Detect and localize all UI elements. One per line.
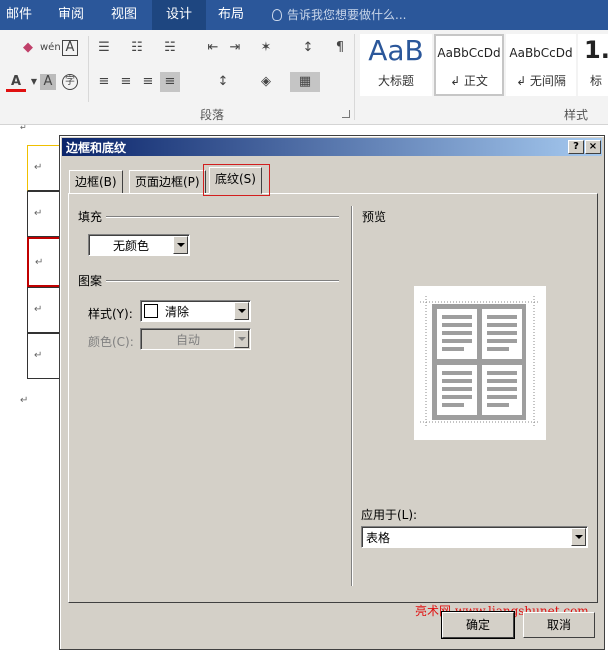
style-title[interactable]: AaB 大标题: [360, 34, 432, 96]
ribbon-home: ◆ wén A A ▼ A 字 ☰ ☷ ☵ ⇤ ⇥ ✶ ↕ ¶ ≡ ≡ ≡ ≡ …: [0, 30, 608, 125]
paragraph-mark: ↵: [34, 208, 43, 219]
ribbon-separator: [88, 36, 89, 102]
chevron-down-icon: [238, 337, 246, 341]
numbering-icon[interactable]: ☷: [127, 38, 147, 58]
apply-to-select[interactable]: 表格: [361, 526, 588, 548]
apply-to-dropdown-button[interactable]: [571, 528, 586, 546]
paragraph-group-label: 段落: [200, 108, 225, 122]
tab-highlight-box: [203, 164, 270, 196]
apply-to-label: 应用于(L):: [361, 508, 418, 522]
preview-image: [414, 286, 546, 440]
text-effects-icon[interactable]: ✶: [256, 38, 276, 58]
pattern-swatch: [144, 304, 158, 318]
style-preview: AaBbCcDd: [509, 46, 573, 60]
pattern-divider: [79, 280, 339, 282]
borders-icon[interactable]: ▦: [290, 72, 320, 92]
pattern-style-value: 清除: [165, 305, 190, 319]
eraser-icon[interactable]: ◆: [18, 38, 38, 58]
decrease-indent-icon[interactable]: ⇤: [203, 38, 223, 58]
style-heading[interactable]: 1. 标: [578, 34, 608, 96]
fill-divider: [79, 216, 339, 218]
style-name: ↲ 正文: [450, 74, 488, 88]
sort-icon[interactable]: ↕: [298, 38, 318, 58]
style-preview: AaB: [368, 34, 424, 67]
paragraph-mark: ↵: [20, 395, 29, 406]
cancel-button[interactable]: 取消: [523, 612, 595, 638]
table-preview-graphic: [420, 296, 540, 428]
pattern-color-label: 颜色(C):: [88, 335, 134, 349]
style-name: ↲ 无间隔: [516, 74, 566, 88]
font-color-icon[interactable]: A: [6, 72, 26, 92]
multilevel-list-icon[interactable]: ☵: [160, 38, 180, 58]
paragraph-mark: ↵: [20, 123, 27, 132]
pattern-color-dropdown-button: [234, 330, 249, 348]
paragraph-mark: ↵: [34, 162, 43, 173]
close-button[interactable]: ×: [585, 140, 601, 154]
pattern-style-label: 样式(Y):: [88, 307, 133, 321]
tell-me-text: 告诉我您想要做什么...: [287, 8, 407, 22]
paragraph-mark: ↵: [35, 257, 44, 268]
ribbon-menubar: 邮件 审阅 视图 设计 布局 告诉我您想要做什么...: [0, 0, 608, 30]
increase-indent-icon[interactable]: ⇥: [225, 38, 245, 58]
style-normal[interactable]: AaBbCcDd ↲ 正文: [434, 34, 504, 96]
chevron-down-icon: [238, 309, 246, 313]
dialog-titlebar[interactable]: 边框和底纹 ? ×: [62, 138, 602, 156]
style-name: 标: [590, 74, 603, 88]
shading-icon[interactable]: ◈: [256, 72, 276, 92]
pattern-color-select: 自动: [140, 328, 251, 350]
enclose-char-icon[interactable]: 字: [62, 74, 78, 90]
paragraph-dialog-launcher[interactable]: [342, 110, 350, 118]
menu-review[interactable]: 审阅: [58, 0, 84, 30]
dialog-title: 边框和底纹: [66, 141, 127, 155]
pattern-color-value: 自动: [175, 333, 200, 347]
apply-to-value: 表格: [366, 531, 391, 545]
pattern-section-label: 图案: [78, 272, 107, 289]
paragraph-mark: ↵: [34, 350, 43, 361]
chevron-down-icon: [177, 243, 185, 247]
fill-color-select[interactable]: 无颜色: [88, 234, 190, 256]
style-preview: 1.: [584, 36, 608, 64]
style-preview: AaBbCcDd: [437, 46, 501, 60]
fill-section-label: 填充: [78, 208, 107, 225]
borders-and-shading-dialog: 边框和底纹 ? × 边框(B) 页面边框(P) 底纹(S) 填充 无颜色 图案 …: [59, 135, 605, 650]
style-name: 大标题: [377, 74, 414, 88]
phonetic-guide-icon[interactable]: wén: [40, 38, 61, 58]
menu-design[interactable]: 设计: [152, 0, 206, 30]
center-icon[interactable]: ≡: [116, 72, 136, 92]
paragraph-mark: ↵: [34, 304, 43, 315]
pattern-style-dropdown-button[interactable]: [234, 302, 249, 320]
panel-vertical-divider: [351, 206, 353, 586]
char-shading-icon[interactable]: A: [40, 74, 56, 90]
chevron-down-icon: [575, 535, 583, 539]
line-spacing-icon[interactable]: ↕: [213, 72, 233, 92]
fill-color-value: 无颜色: [112, 239, 149, 253]
style-no-spacing[interactable]: AaBbCcDd ↲ 无间隔: [506, 34, 576, 96]
show-marks-icon[interactable]: ¶: [330, 38, 350, 58]
preview-label: 预览: [362, 208, 391, 225]
tab-borders[interactable]: 边框(B): [69, 170, 123, 194]
menu-view[interactable]: 视图: [111, 0, 137, 30]
char-border-icon[interactable]: A: [62, 40, 78, 56]
tab-page-border[interactable]: 页面边框(P): [129, 170, 206, 194]
justify-icon[interactable]: ≡: [160, 72, 180, 92]
help-button[interactable]: ?: [568, 140, 584, 154]
menu-mailings[interactable]: 邮件: [6, 0, 32, 30]
align-left-icon[interactable]: ≡: [94, 72, 114, 92]
styles-group-label: 样式: [564, 108, 589, 122]
pattern-style-select[interactable]: 清除: [140, 300, 251, 322]
fill-dropdown-button[interactable]: [173, 236, 188, 254]
bullets-icon[interactable]: ☰: [94, 38, 114, 58]
ok-button[interactable]: 确定: [441, 611, 515, 639]
ribbon-separator: [354, 34, 355, 120]
align-right-icon[interactable]: ≡: [138, 72, 158, 92]
menu-layout[interactable]: 布局: [218, 0, 244, 30]
lightbulb-icon: [272, 9, 282, 21]
tell-me-search[interactable]: 告诉我您想要做什么...: [272, 0, 406, 30]
